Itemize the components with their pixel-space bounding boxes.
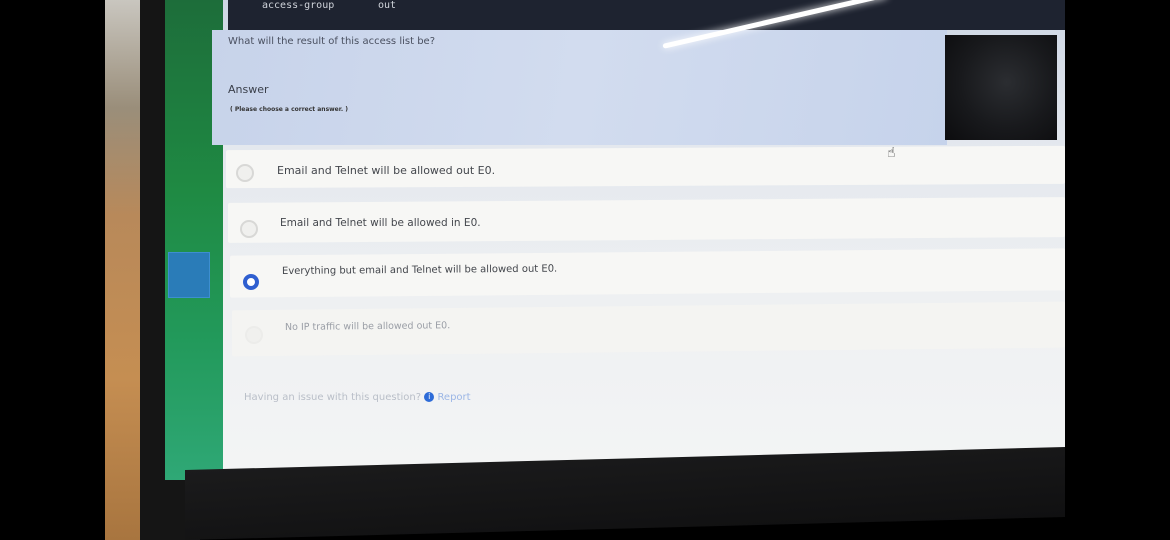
radio-option-1[interactable] [236, 164, 254, 182]
answer-label: Answer [228, 83, 269, 96]
issue-footer: Having an issue with this question? i Re… [244, 392, 471, 403]
sidebar-active-item[interactable] [168, 252, 210, 298]
hand-pointer-icon: ☝ [887, 145, 896, 161]
report-link[interactable]: Report [437, 392, 470, 403]
radio-option-3-selected[interactable] [243, 274, 259, 290]
question-text: What will the result of this access list… [228, 36, 435, 47]
option-1-label: Email and Telnet will be allowed out E0. [277, 164, 496, 177]
code-text-out: out [378, 0, 397, 11]
question-header [212, 30, 947, 145]
code-panel [228, 0, 1065, 30]
info-icon: i [424, 392, 435, 402]
radio-option-2[interactable] [240, 220, 258, 238]
issue-text: Having an issue with this question? [244, 392, 422, 403]
answer-hint: ( Please choose a correct answer. ) [230, 106, 348, 113]
option-4-label: No IP traffic will be allowed out E0. [284, 320, 451, 333]
option-2-label: Email and Telnet will be allowed in E0. [280, 217, 481, 229]
code-text-access-group: access-group [262, 0, 335, 11]
webcam-preview [945, 35, 1057, 140]
radio-option-4[interactable] [245, 326, 263, 344]
